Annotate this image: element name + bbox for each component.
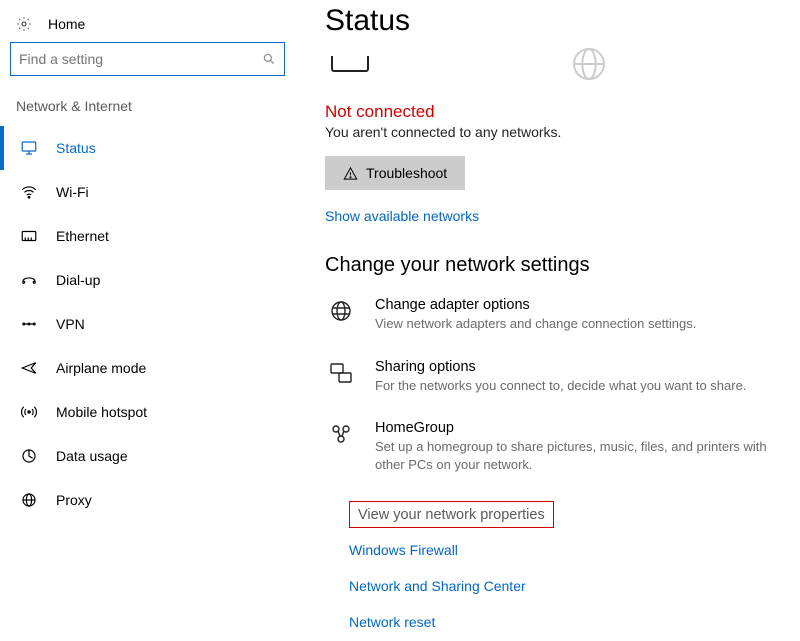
sidebar-item-label: VPN <box>56 316 85 332</box>
ethernet-icon <box>20 227 38 245</box>
option-desc: For the networks you connect to, decide … <box>375 377 746 395</box>
category-label: Network & Internet <box>0 94 295 126</box>
gear-icon <box>16 16 32 32</box>
option-title: HomeGroup <box>375 420 780 436</box>
sidebar-item-label: Dial-up <box>56 272 100 288</box>
sidebar-item-status[interactable]: Status <box>0 126 295 170</box>
sidebar-item-label: Status <box>56 140 96 156</box>
vpn-icon <box>20 315 38 333</box>
windows-firewall-link[interactable]: Windows Firewall <box>349 542 780 558</box>
sharing-icon <box>329 361 353 385</box>
option-homegroup[interactable]: HomeGroup Set up a homegroup to share pi… <box>329 420 780 473</box>
status-diagram <box>331 44 780 84</box>
warning-icon <box>343 166 358 181</box>
main-content: Status Not connected You aren't connecte… <box>295 0 800 641</box>
option-adapter[interactable]: Change adapter options View network adap… <box>329 297 780 333</box>
proxy-icon <box>20 491 38 509</box>
network-reset-link[interactable]: Network reset <box>349 614 780 630</box>
settings-sidebar: Home Network & Internet Status Wi-Fi <box>0 0 295 641</box>
section-heading: Change your network settings <box>325 254 780 277</box>
option-title: Change adapter options <box>375 297 696 313</box>
sidebar-item-ethernet[interactable]: Ethernet <box>0 214 295 258</box>
adapter-icon <box>329 299 353 323</box>
data-usage-icon <box>20 447 38 465</box>
option-desc: Set up a homegroup to share pictures, mu… <box>375 438 780 473</box>
network-sharing-center-link[interactable]: Network and Sharing Center <box>349 578 780 594</box>
sidebar-item-label: Proxy <box>56 492 92 508</box>
option-desc: View network adapters and change connect… <box>375 315 696 333</box>
search-field[interactable] <box>19 51 262 67</box>
not-connected-msg: You aren't connected to any networks. <box>325 124 780 140</box>
device-icon <box>331 56 369 72</box>
not-connected-heading: Not connected <box>325 102 780 122</box>
sidebar-item-data-usage[interactable]: Data usage <box>0 434 295 478</box>
dialup-icon <box>20 271 38 289</box>
globe-icon <box>569 44 609 84</box>
show-networks-link[interactable]: Show available networks <box>325 208 479 224</box>
airplane-icon <box>20 359 38 377</box>
sidebar-item-label: Ethernet <box>56 228 109 244</box>
sidebar-item-dialup[interactable]: Dial-up <box>0 258 295 302</box>
sidebar-item-label: Mobile hotspot <box>56 404 147 420</box>
hotspot-icon <box>20 403 38 421</box>
option-title: Sharing options <box>375 359 746 375</box>
sidebar-item-proxy[interactable]: Proxy <box>0 478 295 522</box>
home-button[interactable]: Home <box>0 10 295 42</box>
sidebar-item-label: Data usage <box>56 448 128 464</box>
home-label: Home <box>48 16 85 32</box>
troubleshoot-button[interactable]: Troubleshoot <box>325 156 465 190</box>
sidebar-item-label: Wi-Fi <box>56 184 89 200</box>
wifi-icon <box>20 183 38 201</box>
sidebar-item-airplane[interactable]: Airplane mode <box>0 346 295 390</box>
page-title: Status <box>325 4 780 38</box>
sidebar-item-vpn[interactable]: VPN <box>0 302 295 346</box>
view-network-properties-label: View your network properties <box>358 507 545 523</box>
sidebar-item-wifi[interactable]: Wi-Fi <box>0 170 295 214</box>
search-input[interactable] <box>10 42 285 76</box>
option-sharing[interactable]: Sharing options For the networks you con… <box>329 359 780 395</box>
sidebar-item-label: Airplane mode <box>56 360 146 376</box>
status-icon <box>20 139 38 157</box>
troubleshoot-label: Troubleshoot <box>366 165 447 181</box>
view-network-properties-highlight[interactable]: View your network properties <box>349 501 554 528</box>
sidebar-item-hotspot[interactable]: Mobile hotspot <box>0 390 295 434</box>
homegroup-icon <box>329 422 353 446</box>
search-icon <box>262 52 276 66</box>
